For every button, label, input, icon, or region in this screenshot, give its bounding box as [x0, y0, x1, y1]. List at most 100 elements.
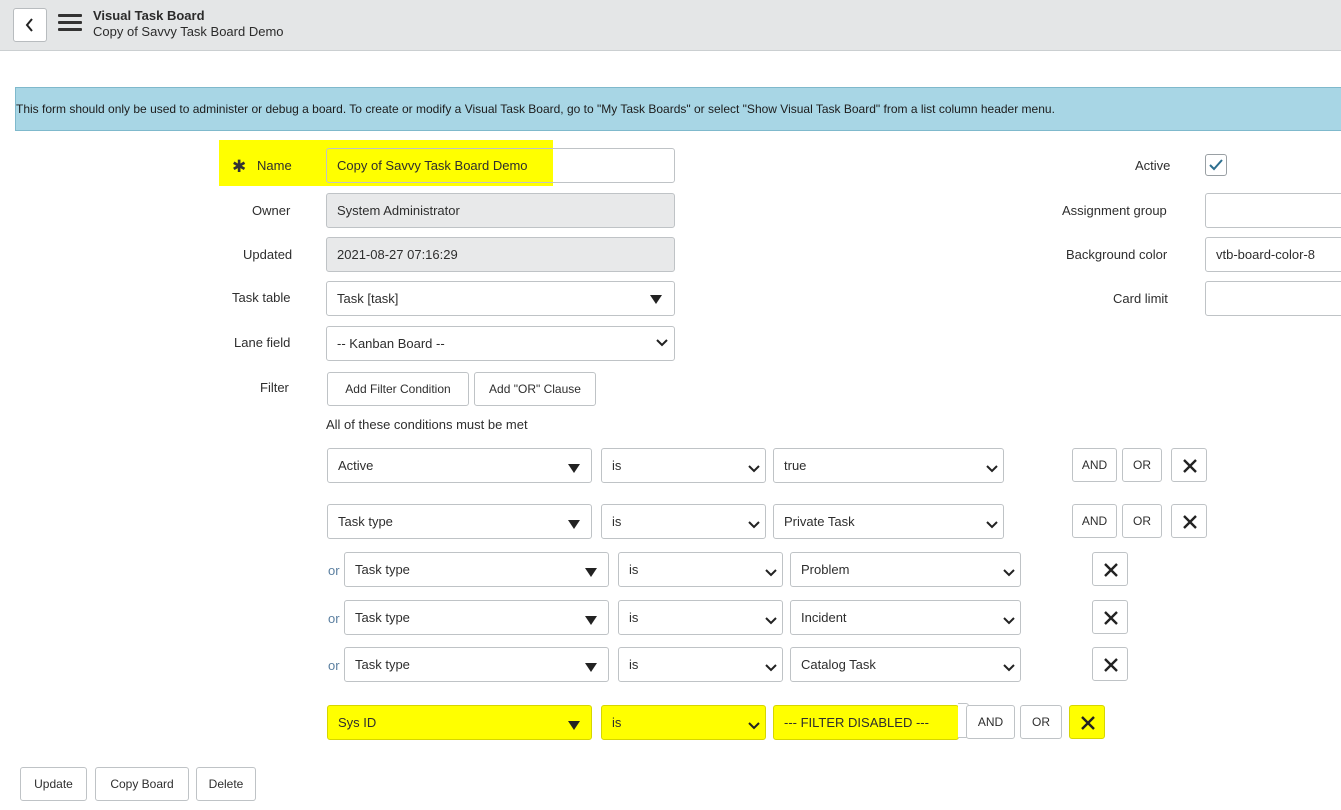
filter-value-select[interactable]: --- FILTER DISABLED --- — [773, 705, 959, 740]
chevron-down-icon — [1003, 613, 1015, 628]
updated-value: 2021-08-27 07:16:29 — [337, 247, 458, 262]
card-limit-label: Card limit — [1113, 291, 1168, 306]
active-label: Active — [1135, 158, 1171, 173]
dropdown-triangle-icon — [585, 613, 597, 628]
active-checkbox[interactable] — [1205, 154, 1227, 176]
remove-condition-button[interactable] — [1092, 647, 1128, 681]
header-title: Visual Task Board — [93, 8, 205, 23]
or-connector-label: or — [328, 611, 340, 626]
filter-field-select[interactable]: Task type — [344, 600, 609, 635]
assignment-group-input[interactable] — [1205, 193, 1341, 228]
task-table-value: Task [task] — [337, 291, 399, 306]
filter-value-value: Catalog Task — [801, 657, 876, 672]
chevron-down-icon — [765, 565, 777, 580]
and-button[interactable]: AND — [966, 705, 1015, 739]
remove-condition-button[interactable] — [1092, 552, 1128, 586]
add-or-clause-button[interactable]: Add "OR" Clause — [474, 372, 596, 406]
lane-field-value: -- Kanban Board -- — [337, 336, 445, 351]
or-connector-label: or — [328, 563, 340, 578]
dropdown-triangle-icon — [585, 565, 597, 580]
task-table-label: Task table — [232, 290, 291, 305]
lane-field-select[interactable]: -- Kanban Board -- — [326, 326, 675, 361]
dropdown-triangle-icon — [568, 461, 580, 476]
filter-field-value: Sys ID — [338, 715, 377, 730]
info-message: This form should only be used to adminis… — [15, 87, 1341, 131]
filter-operator-value: is — [629, 657, 639, 672]
filter-operator-select[interactable]: is — [601, 705, 766, 740]
copy-board-button[interactable]: Copy Board — [95, 767, 189, 801]
filter-value-select[interactable]: Incident — [790, 600, 1021, 635]
chevron-left-icon — [25, 18, 33, 32]
filter-field-select[interactable]: Task type — [344, 552, 609, 587]
filter-value-value: Incident — [801, 610, 847, 625]
chevron-down-icon — [748, 718, 760, 733]
name-label: Name — [257, 158, 292, 173]
and-button[interactable]: AND — [1072, 504, 1117, 538]
filter-operator-value: is — [629, 610, 639, 625]
app-header: Visual Task Board Copy of Savvy Task Boa… — [0, 0, 1341, 51]
dropdown-triangle-icon — [568, 517, 580, 532]
or-button[interactable]: OR — [1122, 448, 1162, 482]
dropdown-triangle-icon — [650, 295, 662, 304]
chevron-down-icon — [748, 461, 760, 476]
filter-value-value: Problem — [801, 562, 850, 577]
filter-field-value: Task type — [355, 610, 410, 625]
chevron-down-icon — [986, 461, 998, 476]
name-value: Copy of Savvy Task Board Demo — [337, 158, 528, 173]
background-color-value: vtb-board-color-8 — [1216, 247, 1315, 262]
chevron-down-icon — [748, 517, 760, 532]
delete-button[interactable]: Delete — [196, 767, 256, 801]
task-table-select[interactable]: Task [task] — [326, 281, 675, 316]
filter-label: Filter — [260, 380, 289, 395]
hamburger-icon[interactable] — [58, 14, 82, 34]
filter-field-value: Task type — [355, 657, 410, 672]
filter-operator-value: is — [612, 715, 622, 730]
filter-value-select[interactable]: Private Task — [773, 504, 1004, 539]
owner-field: System Administrator — [326, 193, 675, 228]
back-button[interactable] — [13, 8, 47, 42]
card-limit-input[interactable] — [1205, 281, 1341, 316]
filter-field-value: Task type — [338, 514, 393, 529]
filter-value-select[interactable]: Catalog Task — [790, 647, 1021, 682]
filter-operator-value: is — [612, 514, 622, 529]
background-color-input[interactable]: vtb-board-color-8 — [1205, 237, 1341, 272]
assignment-group-label: Assignment group — [1062, 203, 1167, 218]
owner-value: System Administrator — [337, 203, 460, 218]
chevron-down-icon — [1003, 565, 1015, 580]
checkmark-icon — [1209, 159, 1223, 171]
filter-operator-select[interactable]: is — [601, 448, 766, 483]
filter-operator-value: is — [612, 458, 622, 473]
lane-field-label: Lane field — [234, 335, 291, 350]
header-subtitle: Copy of Savvy Task Board Demo — [93, 24, 284, 39]
filter-field-value: Task type — [355, 562, 410, 577]
remove-condition-button[interactable] — [1171, 448, 1207, 482]
filter-operator-select[interactable]: is — [601, 504, 766, 539]
filter-value-select[interactable]: true — [773, 448, 1004, 483]
updated-label: Updated — [243, 247, 293, 262]
dropdown-triangle-icon — [585, 660, 597, 675]
or-button[interactable]: OR — [1122, 504, 1162, 538]
or-connector-label: or — [328, 658, 340, 673]
required-mark-icon: ✱ — [232, 157, 247, 176]
filter-value-value: --- FILTER DISABLED --- — [784, 715, 929, 730]
name-input[interactable]: Copy of Savvy Task Board Demo — [326, 148, 675, 183]
owner-label: Owner — [252, 203, 291, 218]
remove-condition-button[interactable] — [1092, 600, 1128, 634]
filter-operator-select[interactable]: is — [618, 552, 783, 587]
filter-field-select[interactable]: Task type — [344, 647, 609, 682]
and-button[interactable]: AND — [1072, 448, 1117, 482]
add-filter-condition-button[interactable]: Add Filter Condition — [327, 372, 469, 406]
chevron-down-icon — [656, 339, 668, 347]
filter-operator-select[interactable]: is — [618, 647, 783, 682]
update-button[interactable]: Update — [20, 767, 87, 801]
remove-condition-button[interactable] — [1069, 705, 1105, 739]
filter-field-select[interactable]: Sys ID — [327, 705, 592, 740]
filter-field-select[interactable]: Task type — [327, 504, 592, 539]
chevron-down-icon — [765, 660, 777, 675]
filter-operator-select[interactable]: is — [618, 600, 783, 635]
filter-value-select[interactable]: Problem — [790, 552, 1021, 587]
filter-field-select[interactable]: Active — [327, 448, 592, 483]
remove-condition-button[interactable] — [1171, 504, 1207, 538]
or-button[interactable]: OR — [1020, 705, 1062, 739]
chevron-down-icon — [1003, 660, 1015, 675]
